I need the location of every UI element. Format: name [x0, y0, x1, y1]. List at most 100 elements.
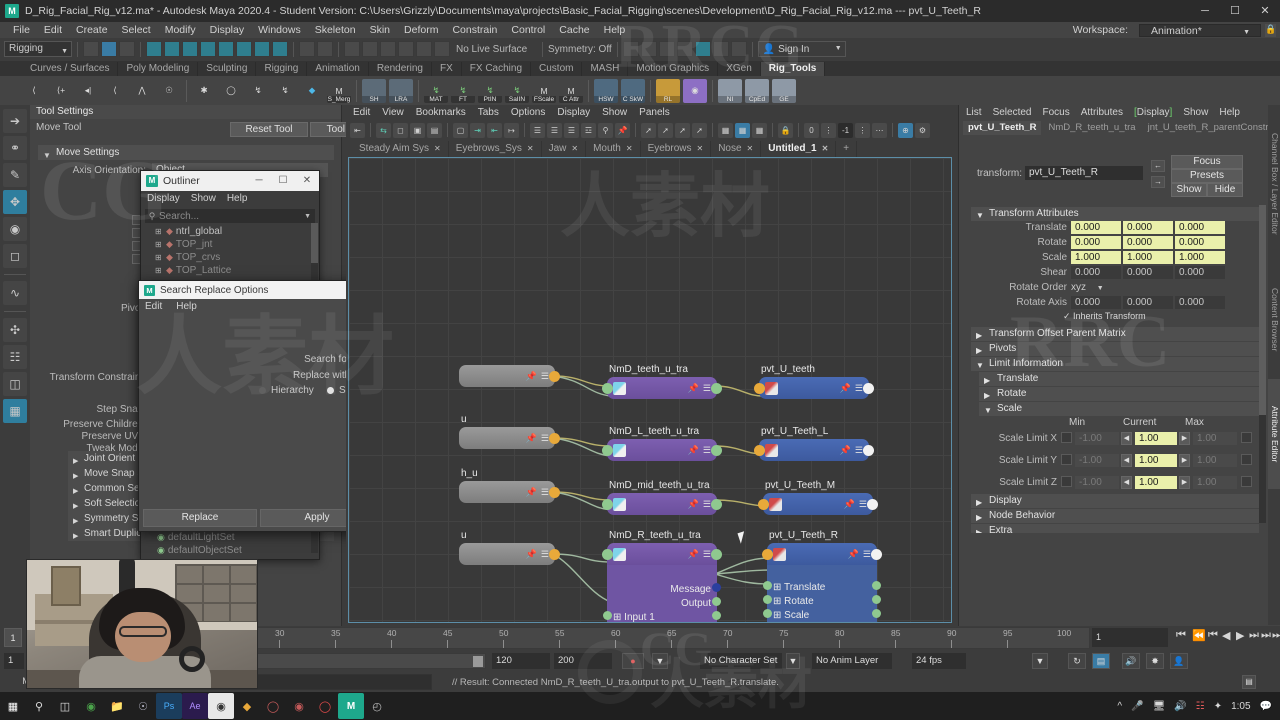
- node-nmd-teeth-u-tra[interactable]: NmD_teeth_u_tra 📌 ☰: [602, 364, 722, 399]
- rotate-order-dropdown[interactable]: xyz ▼: [1071, 281, 1125, 294]
- node-body[interactable]: 📌 ☰: [459, 427, 555, 449]
- step-forward-key-icon[interactable]: ⏭: [1261, 629, 1271, 642]
- node-source-2[interactable]: u 📌 ☰: [459, 414, 560, 449]
- attributes-icon[interactable]: ☰: [703, 383, 711, 394]
- translate-z-field[interactable]: 0.000: [1175, 221, 1225, 234]
- node-editor-menu-edit[interactable]: Edit: [353, 107, 370, 118]
- expand-icon[interactable]: ⊞: [155, 240, 163, 249]
- snap-grid-icon[interactable]: [344, 41, 360, 57]
- limit-information-section[interactable]: ▼ Limit Information: [971, 357, 1259, 371]
- range-start-field[interactable]: 1: [4, 653, 24, 669]
- inherits-transform-checkbox[interactable]: ✓ Inherits Transform: [1063, 311, 1146, 322]
- menu-constrain[interactable]: Constrain: [445, 24, 504, 36]
- menu-display[interactable]: Display: [203, 24, 251, 36]
- node-editor-tab-eyebrows-sys[interactable]: Eyebrows_Sys ✕: [449, 140, 542, 157]
- message-output-port[interactable]: [712, 583, 721, 592]
- node-editor-menu-panels[interactable]: Panels: [639, 107, 670, 118]
- two-pane-layout-icon[interactable]: ◫: [3, 372, 27, 396]
- node-pvt-u-teeth-m[interactable]: pvt_U_Teeth_M 📌 ☰: [758, 480, 878, 515]
- rotate-tool-icon[interactable]: ◉: [3, 217, 27, 241]
- pin-icon[interactable]: 📌: [848, 549, 859, 560]
- attributes-icon[interactable]: ☰: [855, 383, 863, 394]
- shelf-tab-curves-surfaces[interactable]: Curves / Surfaces: [22, 62, 119, 76]
- menu-control[interactable]: Control: [504, 24, 552, 36]
- loop-playback-icon[interactable]: ↻: [1068, 653, 1086, 669]
- range-end-field[interactable]: 120: [492, 653, 550, 669]
- scale-limit-y-current[interactable]: 1.00: [1135, 454, 1177, 467]
- menu-set-dropdown[interactable]: Rigging ▼: [4, 41, 72, 57]
- scale-limit-x-enable-min[interactable]: [1061, 432, 1072, 443]
- tray-bluetooth-icon[interactable]: ✦: [1214, 701, 1222, 712]
- clock-icon[interactable]: ◴: [364, 693, 390, 719]
- focus-button[interactable]: Focus: [1171, 155, 1243, 169]
- scale-limit-z-enable-max[interactable]: [1241, 476, 1252, 487]
- tray-expand-icon[interactable]: ^: [1117, 701, 1122, 712]
- shelf-tab-rig-tools[interactable]: Rig_Tools: [760, 62, 826, 76]
- snap-view-plane-icon[interactable]: [416, 41, 432, 57]
- disconnect-node-icon[interactable]: ➚: [658, 122, 673, 138]
- render-settings-icon[interactable]: [676, 41, 693, 57]
- single-view-layout-icon[interactable]: ✣: [3, 318, 27, 342]
- input-port[interactable]: [602, 445, 613, 456]
- menu-edit[interactable]: Edit: [37, 24, 69, 36]
- audio-toggle-icon[interactable]: 🔊: [1122, 653, 1140, 669]
- expand-icon[interactable]: ⊞: [155, 253, 163, 262]
- search-replace-menu-help[interactable]: Help: [176, 301, 197, 312]
- close-icon[interactable]: ✕: [527, 144, 534, 153]
- scale-in-port[interactable]: [763, 609, 772, 618]
- graph-all-icon[interactable]: ⋯: [872, 122, 887, 138]
- pivots-section[interactable]: ▶ Pivots: [971, 342, 1259, 356]
- discord-icon[interactable]: ☉: [130, 693, 156, 719]
- shelf-button-lra[interactable]: LRA: [389, 78, 413, 103]
- aftereffects-icon[interactable]: Ae: [182, 693, 208, 719]
- outliner-item-ntrl-global[interactable]: ⊞ ◆ ntrl_global: [141, 225, 319, 238]
- limit-translate-section[interactable]: ▶ Translate: [979, 372, 1259, 386]
- substance-icon[interactable]: ◆: [234, 693, 260, 719]
- scale-x-field[interactable]: 1.000: [1071, 251, 1121, 264]
- shelf-button-curve-plus[interactable]: ⟨+: [49, 79, 73, 103]
- close-icon[interactable]: ✕: [434, 144, 441, 153]
- node-expand-icon[interactable]: ▣: [410, 122, 425, 138]
- node-attr-input-1[interactable]: ⊞ Input 1: [613, 611, 711, 622]
- outliner-search-field[interactable]: ⚲ Search... ▼: [145, 209, 315, 223]
- vtab-channel-box-layer-editor[interactable]: Channel Box / Layer Editor: [1268, 109, 1280, 259]
- shelf-button-sh[interactable]: SH: [362, 78, 386, 103]
- ae-menu-help[interactable]: Help: [1219, 107, 1240, 118]
- shelf-button-mat[interactable]: ↯ MAT: [424, 79, 448, 103]
- shelf-button-bone[interactable]: ↯: [273, 79, 297, 103]
- output-port[interactable]: [549, 487, 560, 498]
- ae-menu-focus[interactable]: Focus: [1042, 107, 1069, 118]
- output-port-top[interactable]: [711, 549, 722, 560]
- node-editor-tab-steady-aim-sys[interactable]: Steady Aim Sys ✕: [352, 140, 449, 157]
- node-attr-translate[interactable]: ⊞ Translate: [773, 581, 871, 595]
- photoshop-icon[interactable]: Ps: [156, 693, 182, 719]
- node-pvt-u-teeth-l[interactable]: pvt_U_Teeth_L 📌 ☰: [754, 426, 874, 461]
- mask-dynamic-icon[interactable]: [236, 41, 252, 57]
- shelf-tab-rigging[interactable]: Rigging: [256, 62, 308, 76]
- input-port[interactable]: [758, 499, 769, 510]
- move-settings-section[interactable]: ▼ Move Settings: [38, 145, 334, 160]
- scale-tool-icon[interactable]: ◻: [3, 244, 27, 268]
- last-tool-icon[interactable]: ∿: [3, 281, 27, 305]
- sign-in-button[interactable]: 👤 Sign In ▼: [757, 41, 846, 57]
- output-port[interactable]: [867, 499, 878, 510]
- search-icon[interactable]: ⚲: [26, 693, 52, 719]
- shelf-button-mirror[interactable]: ⋀: [130, 79, 154, 103]
- move-tool-icon[interactable]: ✥: [3, 190, 27, 214]
- attribute-editor-scrollbar[interactable]: [1259, 205, 1266, 523]
- opera-icon[interactable]: ◯: [312, 693, 338, 719]
- output-port[interactable]: [711, 383, 722, 394]
- scale-z-field[interactable]: 1.000: [1175, 251, 1225, 264]
- node-body[interactable]: 📌 ☰: [767, 543, 877, 565]
- node-pvt-u-teeth-r[interactable]: pvt_U_Teeth_R 📌 ☰ ⊞ Translate ⊞ Rotate ⊞…: [762, 530, 882, 622]
- attributes-icon[interactable]: ☰: [703, 445, 711, 456]
- ae-menu-attributes[interactable]: Attributes: [1081, 107, 1123, 118]
- node-nmd-mid-teeth-u-tra[interactable]: NmD_mid_teeth_u_tra 📌 ☰: [602, 480, 722, 515]
- menu-help[interactable]: Help: [597, 24, 633, 36]
- output-port[interactable]: [549, 433, 560, 444]
- output-port[interactable]: [863, 383, 874, 394]
- node-nmd-r-teeth-u-tra[interactable]: NmD_R_teeth_u_tra 📌 ☰ Message Output ⊞ I…: [602, 530, 722, 622]
- rotate-in-port[interactable]: [763, 595, 772, 604]
- shelf-tab-fx[interactable]: FX: [432, 62, 462, 76]
- output-port[interactable]: [871, 549, 882, 560]
